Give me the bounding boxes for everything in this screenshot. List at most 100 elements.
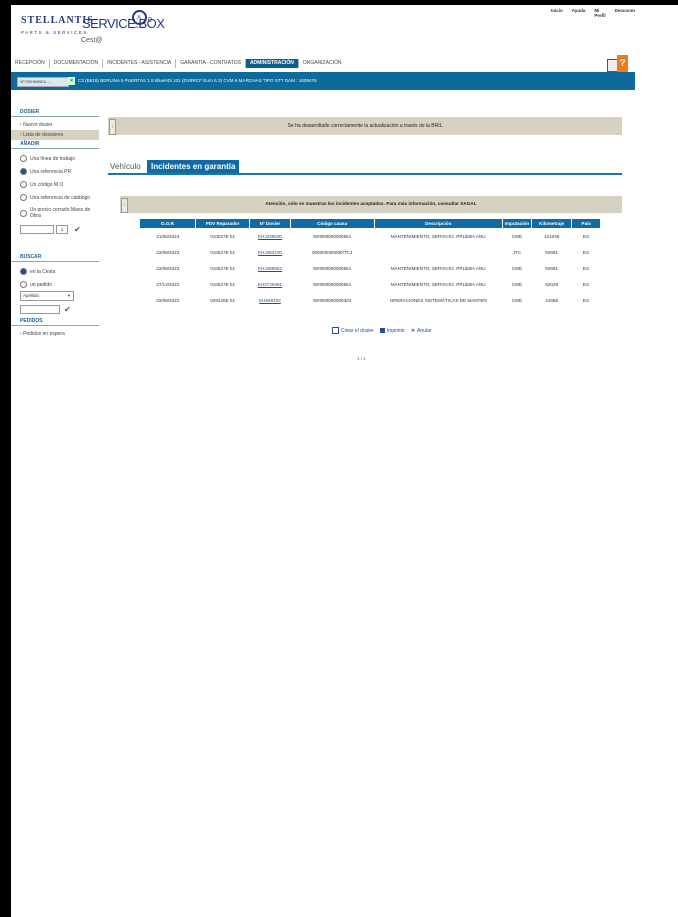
radio-label: Una referencia PR bbox=[30, 168, 72, 175]
cell-pais: ES bbox=[582, 297, 590, 303]
tab-recepcion[interactable]: RECEPCIÓN bbox=[11, 59, 50, 68]
dosier-link[interactable]: EH598402 bbox=[250, 292, 291, 308]
cell-descripcion: MANTENIMIENTO, SERVICIO, PRUEBA ANU bbox=[390, 265, 486, 271]
cell-pdv: 026226E 01 bbox=[210, 297, 236, 303]
vehicle-info-bar: VF7SXHMZ6EU...... ✕ C3 (B618) BERLINA 5 … bbox=[11, 72, 635, 90]
print-button[interactable]: Imprimir bbox=[379, 327, 405, 334]
tab-organizacion[interactable]: ORGANIZACIÓN bbox=[299, 59, 346, 68]
radio-selected-icon bbox=[20, 168, 27, 175]
service-box-title: SERVICE BOX bbox=[82, 16, 165, 31]
sidebar-heading-buscar: BUSCAR bbox=[11, 253, 99, 262]
search-input[interactable] bbox=[20, 305, 60, 314]
warning-bar: ‹ Atención, sólo se muestran los inciden… bbox=[120, 196, 622, 213]
quantity-input[interactable]: 1 bbox=[56, 225, 68, 234]
sidebar: DOSIER › Nuevo dosier › Lista de dossier… bbox=[11, 108, 99, 339]
col-codigo-causa[interactable]: Código causa bbox=[290, 219, 375, 228]
pagination: 1 / 1 bbox=[357, 356, 366, 361]
anadir-input-row: 1 ✔ bbox=[11, 222, 99, 237]
close-vehicle-icon[interactable]: ✕ bbox=[68, 77, 75, 85]
cell-codigo: 000000000000303 bbox=[312, 297, 352, 303]
sidebar-item-lista-dossieres[interactable]: › Lista de dossieres bbox=[11, 130, 99, 140]
radio-icon bbox=[20, 281, 27, 288]
cell-pais: ES bbox=[582, 233, 590, 239]
cancel-x-icon: ✕ bbox=[410, 327, 416, 334]
sidebar-heading-dosier: DOSIER bbox=[11, 108, 99, 117]
col-dosier[interactable]: Nº Dosier bbox=[249, 219, 291, 228]
radio-referencia-pr[interactable]: Una referencia PR bbox=[11, 165, 99, 178]
dosier-link[interactable]: EHJ495952 bbox=[250, 260, 291, 276]
col-dor[interactable]: D.O.R bbox=[140, 219, 197, 228]
col-pais[interactable]: País bbox=[571, 219, 600, 228]
sidebar-item-label: Lista de dossieres bbox=[23, 132, 64, 138]
radio-label: un pedido bbox=[30, 281, 52, 288]
table-row[interactable]: 21/06/2024 010027E 01 EHJ338530 00000000… bbox=[140, 228, 600, 244]
radio-icon bbox=[20, 194, 27, 201]
radio-referencia-catalogo[interactable]: Una referencia de catálogo bbox=[11, 191, 99, 204]
vin-field[interactable]: VF7SXHMZ6EU...... bbox=[17, 77, 69, 87]
cell-pais: ES bbox=[582, 265, 590, 271]
tab-administracion[interactable]: ADMINISTRACIÓN bbox=[245, 59, 299, 68]
search-check-icon[interactable]: ✔ bbox=[64, 305, 71, 314]
cell-kilometraje: 31658 bbox=[545, 297, 559, 303]
table-row[interactable]: 22/06/2023 010627E 01 EHJ495952 00000000… bbox=[140, 260, 600, 276]
table-row[interactable]: 22/06/2023 010627E 01 EHJ493100 00000000… bbox=[140, 244, 600, 260]
sidebar-item-label: Nuevo dosier bbox=[23, 122, 53, 128]
dosier-link[interactable]: EHJ338530 bbox=[250, 228, 291, 244]
col-pdv[interactable]: PDV Reparador bbox=[195, 219, 251, 228]
tab-documentacion[interactable]: DOCUMENTACIÓN bbox=[50, 59, 104, 68]
content-tabs: Vehículo Incidentes en garantía bbox=[108, 158, 622, 175]
col-kilometraje[interactable]: Kilometraje bbox=[531, 219, 573, 228]
tab-vehiculo[interactable]: Vehículo bbox=[110, 160, 141, 173]
tab-incidentes[interactable]: INCIDENTES - ASISTENCIA bbox=[103, 59, 177, 68]
buscar-input-row: ✔ bbox=[11, 301, 99, 317]
radio-precio-cerrado[interactable]: Un precio cerrado Mano de Obra bbox=[11, 204, 99, 222]
cell-descripcion: MANTENIMIENTO, SERVICIO, PRUEBA ANU bbox=[390, 233, 486, 239]
radio-linea-trabajo[interactable]: Una línea de trabajo bbox=[11, 152, 99, 165]
link-desconexion[interactable]: Desconexión bbox=[615, 8, 635, 18]
sidebar-item-nuevo-dosier[interactable]: › Nuevo dosier bbox=[11, 120, 99, 130]
link-mi-perfil[interactable]: Mi Perfil bbox=[594, 8, 605, 18]
reference-input[interactable] bbox=[20, 225, 54, 234]
cell-imputacion: CME bbox=[511, 281, 523, 287]
cell-descripcion bbox=[374, 244, 502, 260]
cell-pdv: 010627E 01 bbox=[210, 281, 236, 287]
cell-imputacion: CME bbox=[511, 297, 523, 303]
radio-en-la-cesta[interactable]: en la Cesta bbox=[11, 265, 99, 278]
cell-kilometraje: 92681 bbox=[545, 265, 559, 271]
main-nav: RECEPCIÓN DOCUMENTACIÓN INCIDENTES - ASI… bbox=[11, 58, 635, 69]
radio-codigo-mo[interactable]: Un código M.O bbox=[11, 178, 99, 191]
cell-dor: 22/06/2023 bbox=[156, 265, 180, 271]
cell-dor: 22/06/2023 bbox=[156, 249, 180, 255]
help-icon[interactable]: ? bbox=[617, 55, 628, 73]
vehicle-description: C3 (B618) BERLINA 5 PUERTAS 1.5 BlueHDi … bbox=[78, 78, 317, 83]
printer-icon bbox=[379, 327, 385, 333]
radio-un-pedido[interactable]: un pedido bbox=[11, 278, 99, 291]
select-value: Apellido bbox=[23, 293, 40, 298]
radio-selected-icon bbox=[20, 268, 27, 275]
link-ayuda[interactable]: Ayuda bbox=[572, 8, 586, 18]
cart-counter: 0 bbox=[148, 17, 152, 24]
col-descripcion[interactable]: Descripción bbox=[374, 219, 503, 228]
button-label: Crear el dosier bbox=[341, 327, 374, 334]
confirm-check-icon[interactable]: ✔ bbox=[74, 225, 81, 234]
tab-garantia[interactable]: GARANTÍA - CONTRATOS bbox=[176, 59, 246, 68]
badge-label: citroën bbox=[134, 25, 144, 29]
sidebar-item-label: Pedidos en espera bbox=[23, 331, 65, 337]
col-imputacion[interactable]: Imputación bbox=[502, 219, 532, 228]
sidebar-item-pedidos-espera[interactable]: › Pedidos en espera bbox=[11, 329, 99, 339]
citroen-badge: ⋏ citroën bbox=[129, 10, 149, 32]
link-inicio[interactable]: Inicio bbox=[551, 8, 563, 18]
tab-incidentes-garantia[interactable]: Incidentes en garantía bbox=[147, 160, 240, 173]
cell-kilometraje: 121046 bbox=[543, 233, 560, 239]
dosier-link[interactable]: EH3729481 bbox=[250, 276, 291, 292]
buscar-select[interactable]: Apellido ▾ bbox=[20, 291, 74, 301]
table-row[interactable]: 27/12/2022 010627E 01 EH3729481 00000000… bbox=[140, 276, 600, 292]
sidebar-heading-pedidos: PEDIDOS bbox=[11, 317, 99, 326]
table-row[interactable]: 02/06/2022 026226E 01 EH598402 000000000… bbox=[140, 292, 600, 308]
dosier-link[interactable]: EHJ493100 bbox=[250, 244, 291, 260]
radio-icon bbox=[20, 155, 27, 162]
create-dosier-button[interactable]: Crear el dosier bbox=[332, 327, 374, 334]
cell-dor: 21/06/2024 bbox=[156, 233, 180, 239]
cell-imputacion: CME bbox=[511, 233, 523, 239]
cancel-button[interactable]: ✕ Anular bbox=[411, 328, 432, 334]
